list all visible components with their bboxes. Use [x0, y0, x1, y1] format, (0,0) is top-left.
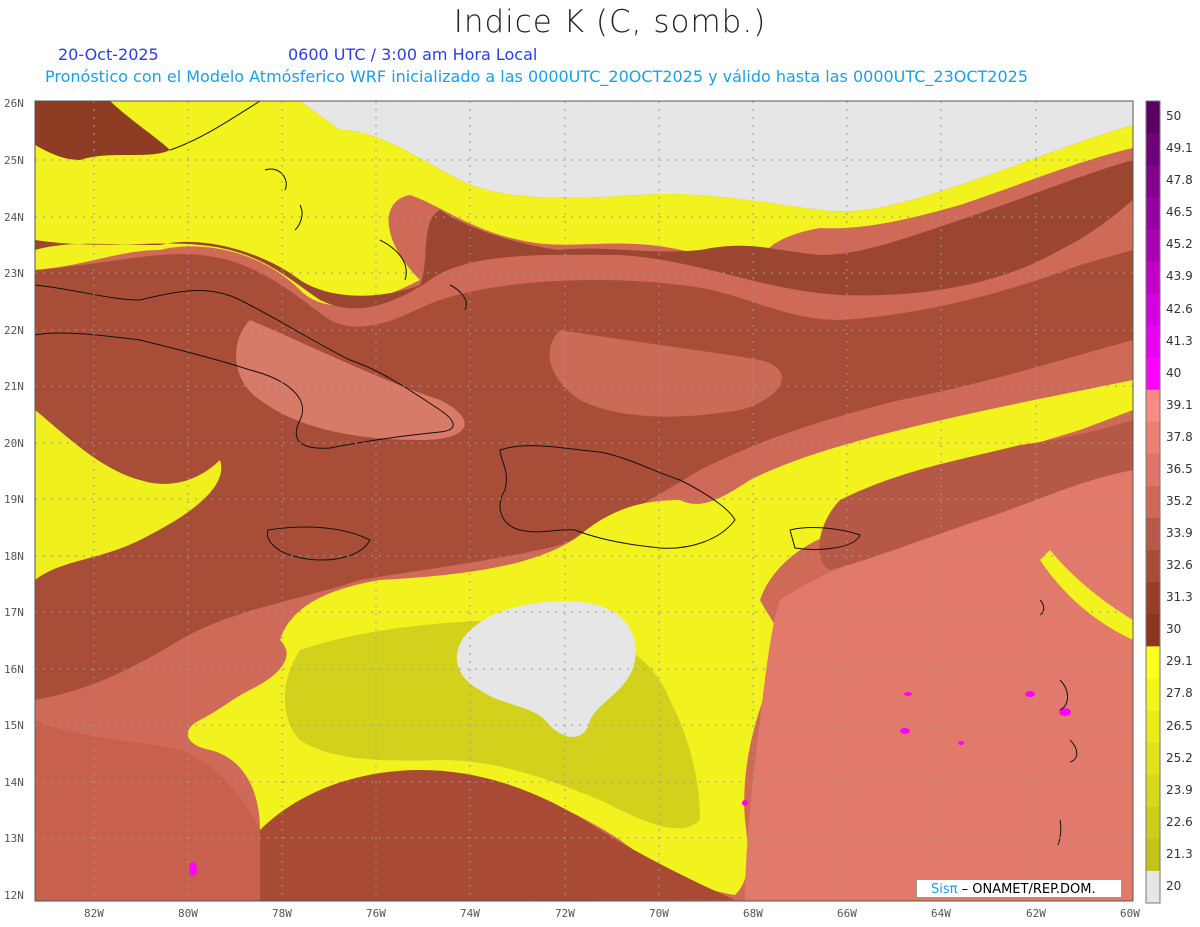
colorbar-swatch	[1146, 389, 1160, 423]
colorbar-label: 26.5	[1166, 718, 1193, 733]
colorbar-label: 31.3	[1166, 590, 1193, 605]
colorbar-swatch	[1146, 357, 1160, 391]
colorbar-label: 25.2	[1166, 750, 1193, 765]
colorbar-swatch	[1146, 101, 1160, 134]
colorbar-label: 43.9	[1166, 269, 1193, 284]
colorbar-swatch	[1146, 806, 1160, 840]
colorbar-swatch	[1146, 614, 1160, 647]
lon-label: 64W	[931, 907, 951, 920]
colorbar-swatch	[1146, 197, 1160, 230]
colorbar-swatch	[1146, 550, 1160, 583]
lat-label: 14N	[4, 776, 24, 789]
lat-label: 18N	[4, 550, 24, 563]
colorbar-swatch	[1146, 582, 1160, 615]
colorbar-label: 33.9	[1166, 526, 1193, 541]
lat-label: 17N	[4, 606, 24, 619]
lat-label: 20N	[4, 437, 24, 450]
colorbar-swatch	[1146, 646, 1160, 679]
colorbar-swatch	[1146, 485, 1160, 519]
colorbar-label: 37.8	[1166, 429, 1193, 444]
lon-label: 66W	[837, 907, 857, 920]
lon-label: 82W	[84, 907, 104, 920]
colorbar-label: 29.1	[1166, 654, 1193, 669]
colorbar-swatch	[1146, 870, 1160, 904]
lat-label: 19N	[4, 493, 24, 506]
lon-label: 60W	[1120, 907, 1140, 920]
lat-label: 13N	[4, 832, 24, 845]
lat-label: 24N	[4, 211, 24, 224]
lat-label: 21N	[4, 380, 24, 393]
colorbar-swatch	[1146, 453, 1160, 487]
high-k-spot-4	[904, 692, 912, 696]
colorbar-swatch	[1146, 229, 1160, 262]
lon-label: 80W	[178, 907, 198, 920]
colorbar	[1145, 100, 1161, 904]
colorbar-label: 50	[1166, 109, 1182, 124]
colorbar-label: 32.6	[1166, 558, 1193, 573]
colorbar-label: 42.6	[1166, 301, 1193, 316]
credit-text: – ONAMET/REP.DOM.	[961, 882, 1096, 897]
colorbar-label: 27.8	[1166, 686, 1193, 701]
colorbar-swatch	[1146, 421, 1160, 455]
colorbar-swatch	[1146, 774, 1160, 808]
lat-label: 26N	[4, 97, 24, 110]
lat-label: 23N	[4, 267, 24, 280]
colorbar-label: 39.1	[1166, 397, 1193, 412]
lat-label: 25N	[4, 154, 24, 167]
colorbar-swatch	[1146, 518, 1160, 551]
colorbar-label: 35.2	[1166, 494, 1193, 508]
colorbar-label: 45.2	[1166, 237, 1193, 252]
colorbar-swatch	[1146, 261, 1160, 294]
colorbar-label: 46.5	[1166, 205, 1193, 220]
colorbar-swatch	[1146, 165, 1160, 198]
colorbar-label: 20	[1166, 878, 1182, 893]
lon-label: 74W	[460, 907, 480, 920]
lon-label: 62W	[1026, 907, 1046, 920]
high-k-spot-5	[900, 728, 910, 734]
colorbar-swatch	[1146, 678, 1160, 712]
colorbar-swatch	[1146, 325, 1160, 359]
lon-label: 76W	[366, 907, 386, 920]
lat-label: 15N	[4, 719, 24, 732]
colorbar-label: 36.5	[1166, 461, 1193, 476]
lat-label: 16N	[4, 663, 24, 676]
high-k-spot-3	[1025, 691, 1035, 697]
lat-label: 12N	[4, 889, 24, 902]
lon-label: 68W	[743, 907, 763, 920]
colorbar-label: 22.6	[1166, 814, 1193, 829]
longitude-labels: 82W 80W 78W 76W 74W 72W 70W 68W 66W 64W …	[84, 907, 1140, 920]
colorbar-swatch	[1146, 293, 1160, 327]
lat-label: 22N	[4, 324, 24, 337]
colorbar-swatch	[1146, 838, 1160, 872]
brand-logo-text: Sisπ	[931, 882, 958, 897]
high-k-spot-1	[189, 862, 197, 876]
high-k-spot-6	[958, 741, 964, 745]
colorbar-label: 40	[1166, 365, 1182, 380]
colorbar-swatch	[1146, 133, 1160, 166]
high-k-spot-7	[742, 800, 748, 806]
k-index-map: 26N 25N 24N 23N 22N 21N 20N 19N 18N 17N …	[4, 97, 1161, 920]
colorbar-label: 47.8	[1166, 173, 1193, 188]
lon-label: 70W	[649, 907, 669, 920]
map-field	[35, 101, 1133, 901]
colorbar-swatch	[1146, 742, 1160, 776]
lon-label: 72W	[555, 907, 575, 920]
colorbar-label: 21.3	[1166, 846, 1193, 861]
colorbar-label: 23.9	[1166, 782, 1193, 797]
colorbar-label: 49.1	[1166, 141, 1193, 156]
colorbar-swatch	[1146, 710, 1160, 744]
colorbar-label: 30	[1166, 622, 1182, 637]
latitude-labels: 26N 25N 24N 23N 22N 21N 20N 19N 18N 17N …	[4, 97, 24, 902]
credit-box: Sisπ – ONAMET/REP.DOM.	[916, 879, 1122, 898]
lon-label: 78W	[272, 907, 292, 920]
colorbar-label: 41.3	[1166, 333, 1193, 348]
